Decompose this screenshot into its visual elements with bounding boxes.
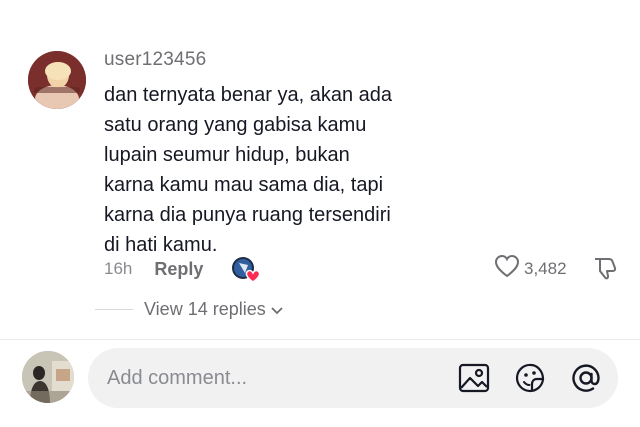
view-replies-label: View 14 replies: [144, 299, 266, 319]
comment-text-line: karna kamu mau sama dia, tapi: [104, 174, 384, 196]
current-user-avatar[interactable]: [22, 351, 74, 403]
image-icon[interactable]: [458, 362, 490, 394]
heart-outline-icon: [494, 254, 520, 283]
comment-username[interactable]: user123456: [104, 49, 206, 71]
comment-text-line: lupain seumur hidup, bukan: [104, 144, 350, 166]
comment-text: dan ternyata benar ya, akan ada satu ora…: [104, 80, 424, 260]
mention-icon[interactable]: [570, 362, 602, 394]
view-replies-row: View 14 replies: [95, 299, 283, 320]
view-replies-button[interactable]: View 14 replies: [144, 299, 283, 320]
replies-divider: [95, 309, 133, 310]
comment-input-placeholder: Add comment...: [107, 367, 248, 389]
thumbs-down-icon[interactable]: [592, 255, 618, 281]
comment-text-line: karna dia punya ruang tersendiri: [104, 204, 391, 226]
commenter-avatar[interactable]: [28, 51, 86, 109]
composer-divider: [0, 339, 640, 340]
chevron-down-icon: [271, 299, 283, 320]
emoji-icon[interactable]: [515, 362, 547, 394]
reply-button[interactable]: Reply: [154, 259, 203, 280]
like-count: 3,482: [524, 258, 567, 278]
creator-liked-heart-icon: [231, 255, 261, 283]
comment-timestamp: 16h: [104, 259, 133, 278]
like-button[interactable]: 3,482: [494, 254, 567, 283]
comment-meta: 16h Reply: [104, 256, 203, 282]
comment-text-line: dan ternyata benar ya, akan ada: [104, 84, 392, 106]
comment-text-line: satu orang yang gabisa kamu: [104, 114, 367, 136]
comment-input[interactable]: Add comment...: [88, 348, 618, 408]
